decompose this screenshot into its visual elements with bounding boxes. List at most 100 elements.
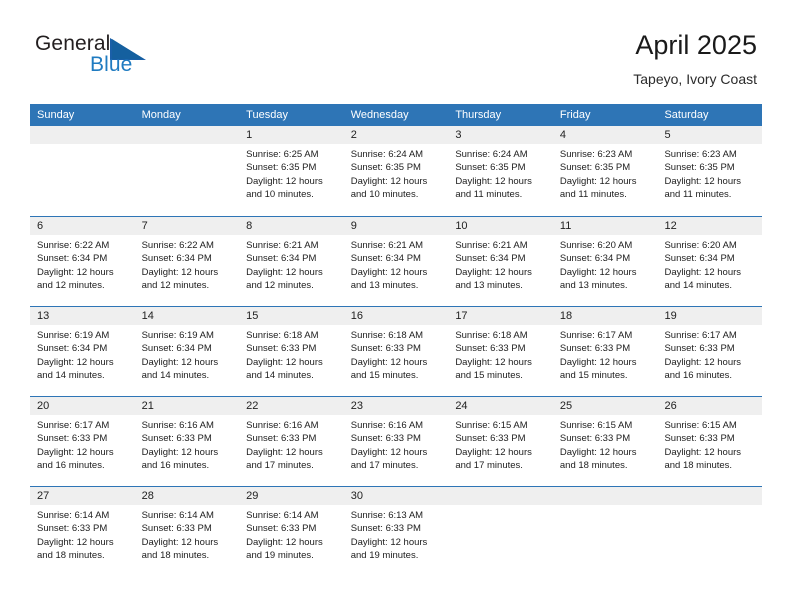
page-title: April 2025 [635,30,757,60]
day-cell-24[interactable]: 24 Sunrise: 6:15 AM Sunset: 6:33 PM Dayligh… [448,397,553,486]
day-number-band: 16 [343,307,449,325]
day-detail-line: Sunrise: 6:23 AM [664,149,737,160]
day-detail-line: Daylight: 12 hours [455,266,532,278]
day-detail-line: Daylight: 12 hours [559,175,637,187]
day-number-band: 29 [239,487,344,505]
day-number: 12 [664,220,677,232]
day-detail-line: Sunrise: 6:18 AM [455,330,528,341]
brand-name-blue: Blue [90,53,133,76]
day-cell-7[interactable]: 7 Sunrise: 6:22 AM Sunset: 6:34 PM Daylight… [134,217,240,306]
day-detail-text: Sunrise: 6:15 AM Sunset: 6:33 PM Daylight:… [553,415,658,473]
day-detail-line: Sunrise: 6:14 AM [37,510,110,521]
day-number: 21 [141,400,154,412]
day-detail-line: Sunrise: 6:14 AM [141,510,214,521]
day-number-band: 27 [30,487,135,505]
day-cell-9[interactable]: 9 Sunrise: 6:21 AM Sunset: 6:34 PM Daylight… [343,217,449,306]
day-cell-23[interactable]: 23 Sunrise: 6:16 AM Sunset: 6:33 PM Dayligh… [343,397,449,486]
day-cell-27[interactable]: 27 Sunrise: 6:14 AM Sunset: 6:33 PM Dayligh… [30,487,135,576]
day-cell-30[interactable]: 30 Sunrise: 6:13 AM Sunset: 6:33 PM Dayligh… [343,487,449,576]
day-detail-text: Sunrise: 6:14 AM Sunset: 6:33 PM Daylight:… [30,505,135,563]
day-detail-text: Sunrise: 6:19 AM Sunset: 6:34 PM Daylight:… [135,325,240,383]
day-cell-2[interactable]: 2 Sunrise: 6:24 AM Sunset: 6:35 PM Daylight… [343,126,449,216]
day-detail-line: and 16 minutes. [141,460,210,472]
day-detail-line: and 17 minutes. [350,460,419,472]
day-detail-line: Sunrise: 6:21 AM [246,240,319,251]
day-cell-3[interactable]: 3 Sunrise: 6:24 AM Sunset: 6:35 PM Daylight… [448,126,553,216]
day-cell-6[interactable]: 6 Sunrise: 6:22 AM Sunset: 6:34 PM Daylight… [30,217,135,306]
day-detail-text: Sunrise: 6:21 AM Sunset: 6:34 PM Daylight:… [448,235,553,293]
day-cell-10[interactable]: 10 Sunrise: 6:21 AM Sunset: 6:34 PM Dayligh… [448,217,553,306]
calendar-week-row: 1 Sunrise: 6:25 AM Sunset: 6:35 PM Daylight… [30,126,763,216]
day-cell-5[interactable]: 5 Sunrise: 6:23 AM Sunset: 6:35 PM Daylight… [657,126,763,216]
day-detail-text: Sunrise: 6:18 AM Sunset: 6:33 PM Daylight:… [239,325,344,383]
day-detail-line: Sunset: 6:33 PM [559,433,631,445]
day-detail-line: and 11 minutes. [664,189,732,201]
day-number: 26 [664,400,677,412]
day-detail-line: Sunset: 6:34 PM [246,253,317,265]
day-number: 19 [664,310,677,322]
day-detail-line: Daylight: 12 hours [37,446,114,458]
day-detail-line: and 15 minutes. [559,370,628,382]
day-number-band: 11 [552,217,658,235]
day-detail-line: and 11 minutes. [559,189,627,201]
day-number: 29 [246,490,259,502]
weekday-header-wednesday: Wednesday [350,109,409,121]
day-cell-21[interactable]: 21 Sunrise: 6:16 AM Sunset: 6:33 PM Dayligh… [134,397,240,486]
day-cell-29[interactable]: 29 Sunrise: 6:14 AM Sunset: 6:33 PM Dayligh… [239,487,344,576]
day-detail-text: Sunrise: 6:17 AM Sunset: 6:33 PM Daylight:… [657,325,762,383]
day-number-band: 9 [343,217,449,235]
day-cell-14[interactable]: 14 Sunrise: 6:19 AM Sunset: 6:34 PM Dayligh… [134,307,240,396]
day-detail-line: and 12 minutes. [141,280,210,292]
day-cell-12[interactable]: 12 Sunrise: 6:20 AM Sunset: 6:34 PM Dayligh… [657,217,763,306]
day-number-band: 20 [30,397,135,415]
day-detail-line: Sunrise: 6:19 AM [141,330,214,341]
day-cell-26[interactable]: 26 Sunrise: 6:15 AM Sunset: 6:33 PM Dayligh… [657,397,763,486]
day-detail-line: Daylight: 12 hours [455,175,532,187]
day-cell-22[interactable]: 22 Sunrise: 6:16 AM Sunset: 6:33 PM Dayligh… [239,397,344,486]
day-cell-4[interactable]: 4 Sunrise: 6:23 AM Sunset: 6:35 PM Daylight… [552,126,658,216]
day-detail-line: Sunset: 6:33 PM [350,433,421,445]
day-detail-line: Daylight: 12 hours [141,266,219,278]
day-number-band: 14 [134,307,240,325]
day-cell-20[interactable]: 20 Sunrise: 6:17 AM Sunset: 6:33 PM Dayligh… [30,397,135,486]
day-detail-line: and 16 minutes. [37,460,105,472]
day-detail-text: Sunrise: 6:17 AM Sunset: 6:33 PM Daylight:… [30,415,135,473]
day-number: 28 [141,490,154,502]
day-cell-11[interactable]: 11 Sunrise: 6:20 AM Sunset: 6:34 PM Dayligh… [552,217,658,306]
day-cell-19[interactable]: 19 Sunrise: 6:17 AM Sunset: 6:33 PM Dayligh… [657,307,763,396]
day-detail-line: Sunset: 6:34 PM [455,253,526,265]
day-detail-line: Sunrise: 6:17 AM [664,330,737,341]
day-cell-28[interactable]: 28 Sunrise: 6:14 AM Sunset: 6:33 PM Dayligh… [134,487,240,576]
day-detail-line: Daylight: 12 hours [350,356,428,368]
day-cell-1[interactable]: 1 Sunrise: 6:25 AM Sunset: 6:35 PM Daylight… [239,126,344,216]
day-detail-line: and 17 minutes. [455,460,523,472]
day-detail-line: Sunset: 6:35 PM [664,162,735,174]
day-cell-8[interactable]: 8 Sunrise: 6:21 AM Sunset: 6:34 PM Daylight… [239,217,344,306]
day-number-band: 26 [657,397,763,415]
general-blue-logo[interactable]: General Blue [35,32,185,82]
day-cell-empty [448,487,553,576]
calendar-week-row: 20 Sunrise: 6:17 AM Sunset: 6:33 PM Dayligh… [30,396,763,486]
day-cell-17[interactable]: 17 Sunrise: 6:18 AM Sunset: 6:33 PM Dayligh… [448,307,553,396]
day-detail-line: Sunrise: 6:16 AM [350,420,424,431]
day-number-band [552,487,658,505]
day-detail-text: Sunrise: 6:16 AM Sunset: 6:33 PM Daylight:… [239,415,344,473]
day-detail-line: and 14 minutes. [246,370,314,382]
day-cell-16[interactable]: 16 Sunrise: 6:18 AM Sunset: 6:33 PM Dayligh… [343,307,449,396]
day-cell-15[interactable]: 15 Sunrise: 6:18 AM Sunset: 6:33 PM Dayligh… [239,307,344,396]
day-detail-line: and 12 minutes. [246,280,314,292]
day-number: 9 [350,220,357,232]
day-detail-line: Daylight: 12 hours [37,266,114,278]
day-detail-line: Sunset: 6:34 PM [350,253,421,265]
day-cell-18[interactable]: 18 Sunrise: 6:17 AM Sunset: 6:33 PM Dayligh… [552,307,658,396]
day-cell-13[interactable]: 13 Sunrise: 6:19 AM Sunset: 6:34 PM Dayligh… [30,307,135,396]
day-detail-line: and 13 minutes. [559,280,628,292]
day-detail-line: Sunrise: 6:25 AM [246,149,319,160]
day-detail-line: Sunset: 6:33 PM [664,343,735,355]
day-detail-line: Daylight: 12 hours [141,536,219,548]
day-number-band [448,487,553,505]
day-cell-25[interactable]: 25 Sunrise: 6:15 AM Sunset: 6:33 PM Dayligh… [552,397,658,486]
day-detail-line: Daylight: 12 hours [664,356,742,368]
day-detail-line: and 14 minutes. [141,370,210,382]
day-detail-line: Daylight: 12 hours [141,446,219,458]
